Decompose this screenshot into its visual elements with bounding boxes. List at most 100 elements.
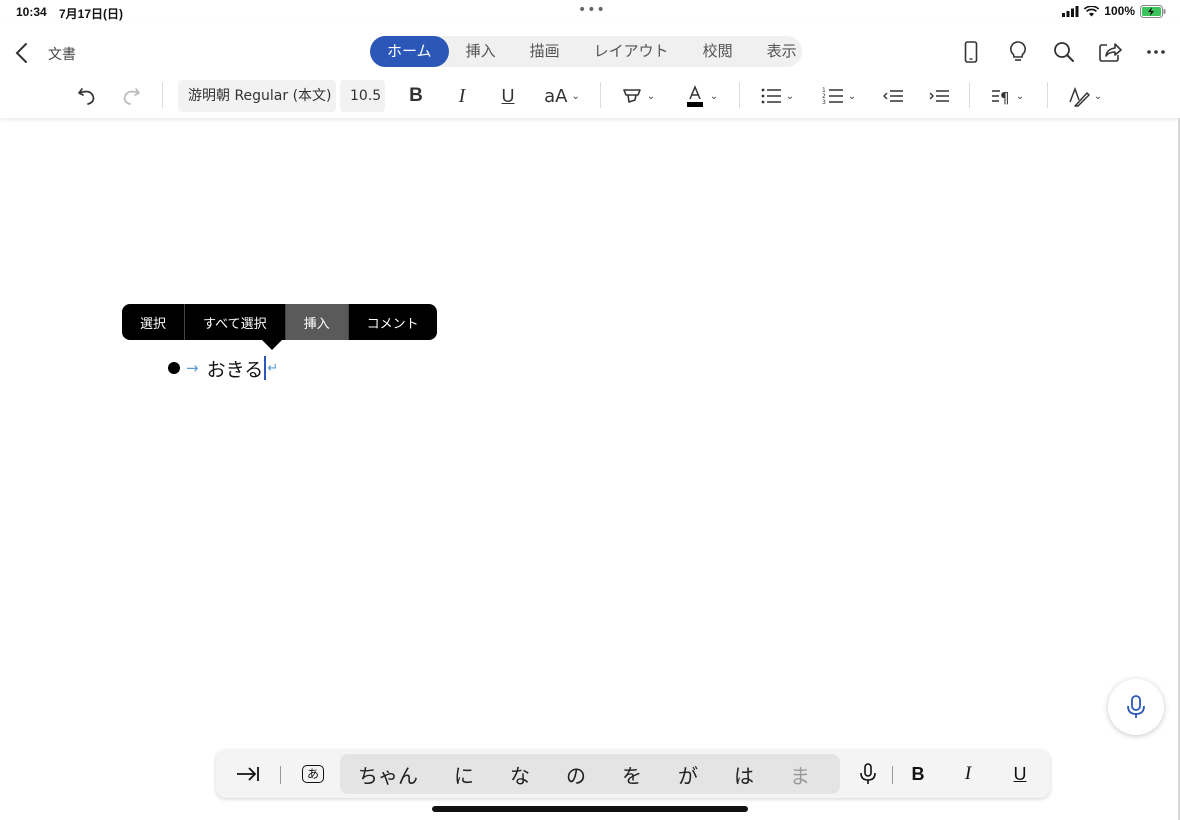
chevron-down-icon: ⌄	[847, 90, 857, 102]
underline-button[interactable]: U	[496, 82, 520, 110]
candidate-4[interactable]: を	[604, 760, 660, 789]
app-header: 文書 ホーム 挿入 描画 レイアウト 校閲 表示 游明朝 Regular (本文…	[0, 24, 1180, 118]
tab-insert[interactable]: 挿入	[449, 36, 513, 67]
multitasking-dots-icon[interactable]: •••	[578, 2, 606, 18]
context-menu-pointer	[262, 340, 282, 350]
undo-icon	[78, 88, 95, 105]
toolbar-divider	[969, 82, 970, 108]
kana-mode-button[interactable]: あ	[300, 759, 326, 789]
chevron-down-icon: ⌄	[785, 90, 795, 102]
more-icon[interactable]	[1143, 39, 1169, 65]
bullets-button[interactable]: ⌄	[756, 82, 798, 110]
tab-view[interactable]: 表示	[750, 36, 814, 67]
font-size-style-label: aA	[544, 85, 568, 107]
menu-item-insert[interactable]: 挿入	[285, 304, 349, 340]
tab-draw[interactable]: 描画	[513, 36, 577, 67]
paragraph-mark-icon: ↵	[267, 360, 279, 376]
numbered-list-icon: 1 2 3	[822, 87, 843, 106]
keyboard-shortcut-bar: あ ちゃん に な の を が は ま B I U	[216, 750, 1050, 798]
chevron-down-icon: ⌄	[571, 90, 580, 102]
formatting-toolbar: 游明朝 Regular (本文) 10.5 B I U aA ⌄ ⌄ ⌄ ⌄ 1…	[0, 76, 1180, 116]
home-indicator[interactable]	[432, 806, 748, 812]
menu-item-select-all[interactable]: すべて選択	[185, 304, 286, 340]
candidate-7[interactable]: ま	[772, 760, 828, 789]
redo-icon	[123, 88, 140, 105]
tab-layout[interactable]: レイアウト	[577, 36, 686, 67]
conversion-candidates: ちゃん に な の を が は ま	[340, 754, 840, 794]
chevron-down-icon: ⌄	[709, 90, 719, 102]
paragraph-format-icon: ¶	[991, 89, 1010, 107]
redo-button[interactable]	[118, 82, 144, 110]
toolbar-divider	[1047, 82, 1048, 108]
battery-charging-icon	[1140, 4, 1166, 18]
kana-key-label: あ	[302, 765, 324, 783]
kb-italic-button[interactable]: I	[956, 759, 980, 789]
candidate-1[interactable]: に	[436, 760, 492, 789]
menu-item-comment[interactable]: コメント	[349, 304, 437, 340]
menu-item-select[interactable]: 選択	[122, 304, 186, 340]
font-size-select[interactable]: 10.5	[340, 80, 385, 112]
status-time: 10:34	[16, 5, 47, 19]
candidate-3[interactable]: の	[548, 760, 604, 789]
candidate-5[interactable]: が	[660, 760, 716, 789]
share-icon[interactable]	[1097, 39, 1123, 65]
phone-view-icon[interactable]	[958, 39, 984, 65]
kb-underline-button[interactable]: U	[1008, 759, 1032, 789]
font-name-select[interactable]: 游明朝 Regular (本文)	[178, 80, 336, 112]
kb-divider	[892, 766, 893, 784]
ribbon-tabs: ホーム 挿入 描画 レイアウト 校閲 表示	[370, 36, 802, 67]
toolbar-divider	[600, 82, 601, 108]
svg-text:3: 3	[822, 99, 826, 106]
tab-home[interactable]: ホーム	[370, 36, 449, 67]
back-chevron-icon[interactable]	[12, 41, 34, 65]
candidate-0[interactable]: ちゃん	[340, 760, 436, 789]
bullet-list-item[interactable]: → おきる ↵	[168, 352, 278, 384]
status-bar: 10:34 7月17日(日) ••• 100%	[0, 0, 1180, 24]
tab-key-icon	[237, 767, 259, 781]
font-color-button[interactable]: ⌄	[680, 82, 722, 110]
candidate-2[interactable]: な	[492, 760, 548, 789]
dictate-button[interactable]	[1108, 679, 1164, 735]
search-icon[interactable]	[1051, 39, 1077, 65]
increase-indent-icon	[929, 90, 949, 102]
bold-button[interactable]: B	[404, 82, 428, 110]
toolbar-divider	[739, 82, 740, 108]
microphone-icon	[1127, 695, 1145, 718]
paragraph-button[interactable]: ¶ ⌄	[986, 82, 1028, 110]
wifi-icon	[1084, 5, 1100, 16]
chevron-down-icon: ⌄	[1093, 90, 1103, 102]
kb-bold-button[interactable]: B	[906, 759, 930, 789]
bullet-text[interactable]: おきる	[207, 355, 264, 382]
tab-mark-icon: →	[186, 359, 199, 377]
candidate-6[interactable]: は	[716, 760, 772, 789]
svg-text:¶: ¶	[1000, 89, 1010, 107]
font-size-style-button[interactable]: aA ⌄	[540, 82, 584, 110]
tab-key-button[interactable]	[234, 759, 262, 789]
microphone-icon	[860, 763, 876, 784]
edit-context-menu: 選択 すべて選択 挿入 コメント	[122, 304, 437, 340]
bullet-list-icon	[761, 88, 781, 104]
signal-icon	[1062, 5, 1079, 17]
decrease-indent-icon	[883, 90, 903, 102]
chevron-down-icon: ⌄	[1015, 90, 1025, 102]
status-date: 7月17日(日)	[59, 7, 124, 21]
keyboard-dictation-button[interactable]	[856, 759, 880, 789]
decrease-indent-button[interactable]	[880, 82, 906, 110]
document-title[interactable]: 文書	[48, 44, 76, 64]
italic-button[interactable]: I	[450, 82, 474, 110]
highlighter-icon	[622, 89, 641, 103]
kb-divider	[280, 766, 281, 784]
text-cursor	[264, 356, 267, 380]
undo-button[interactable]	[74, 82, 100, 110]
battery-percent: 100%	[1104, 4, 1135, 18]
highlight-button[interactable]: ⌄	[618, 82, 658, 110]
numbering-button[interactable]: 1 2 3 ⌄	[818, 82, 860, 110]
chevron-down-icon: ⌄	[646, 90, 656, 102]
font-color-icon	[686, 85, 703, 107]
status-right: 100%	[1062, 4, 1166, 18]
toolbar-divider	[162, 82, 163, 108]
styles-button[interactable]: ⌄	[1064, 82, 1106, 110]
tab-review[interactable]: 校閲	[686, 36, 750, 67]
increase-indent-button[interactable]	[926, 82, 952, 110]
lightbulb-icon[interactable]	[1005, 39, 1031, 65]
